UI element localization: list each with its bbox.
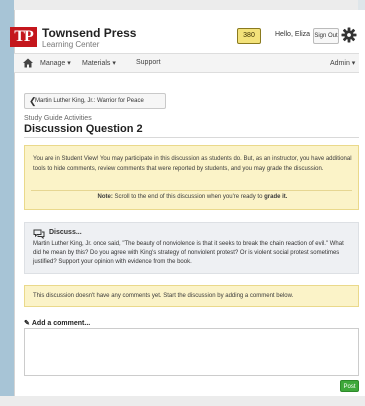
window-frame-left: [0, 0, 14, 406]
no-comments-text: This discussion doesn't have any comment…: [33, 293, 294, 299]
window-frame-bottom: [0, 396, 365, 406]
back-to-book-button[interactable]: ❮ Martin Luther King, Jr.: Warrior for P…: [24, 93, 166, 109]
nav-admin-menu[interactable]: Admin ▾: [330, 59, 355, 67]
discussion-question: Martin Luther King, Jr. once said, "The …: [33, 241, 344, 265]
student-view-notice: You are in Student View! You may partici…: [24, 145, 359, 210]
nav-materials-menu[interactable]: Materials ▾: [82, 59, 116, 67]
add-comment-heading: ✎ Add a comment...: [24, 319, 90, 327]
discussion-title: Discuss...: [49, 229, 82, 236]
post-comment-button[interactable]: Post: [340, 380, 359, 392]
nav-manage-menu[interactable]: Manage ▾: [40, 59, 71, 67]
notice-note-bold: grade it.: [264, 194, 288, 200]
notice-divider: [31, 190, 352, 191]
no-comments-notice: This discussion doesn't have any comment…: [24, 285, 359, 307]
notice-note-prefix: Note:: [97, 194, 113, 200]
notice-note: Note: Scroll to the end of this discussi…: [25, 194, 360, 200]
brand-name: Townsend Press: [42, 26, 137, 40]
title-divider: [24, 137, 359, 138]
user-greeting: Hello, Eliza: [275, 31, 311, 38]
back-button-label: Martin Luther King, Jr.: Warrior for Pea…: [35, 98, 144, 104]
pencil-icon: ✎: [24, 320, 30, 327]
gear-icon[interactable]: [341, 27, 357, 43]
brand-logo[interactable]: TP: [10, 27, 37, 47]
home-icon[interactable]: [22, 57, 34, 69]
breadcrumb: Study Guide Activities: [24, 115, 92, 122]
discussion-prompt: Discuss... Martin Luther King, Jr. once …: [24, 222, 359, 274]
notice-note-text: Scroll to the end of this discussion whe…: [112, 194, 265, 200]
comments-icon: [33, 229, 45, 239]
nav-support-link[interactable]: Support: [136, 59, 161, 66]
brand-subtitle: Learning Center: [42, 40, 100, 49]
page-title: Discussion Question 2: [24, 123, 143, 135]
points-badge: 380: [237, 28, 261, 44]
sign-out-button[interactable]: Sign Out: [313, 28, 339, 44]
comment-textarea[interactable]: [24, 328, 359, 376]
main-navbar: Manage ▾ Materials ▾ Support Admin ▾: [14, 53, 359, 73]
notice-text: You are in Student View! You may partici…: [33, 156, 352, 172]
add-comment-label: Add a comment...: [31, 320, 91, 327]
